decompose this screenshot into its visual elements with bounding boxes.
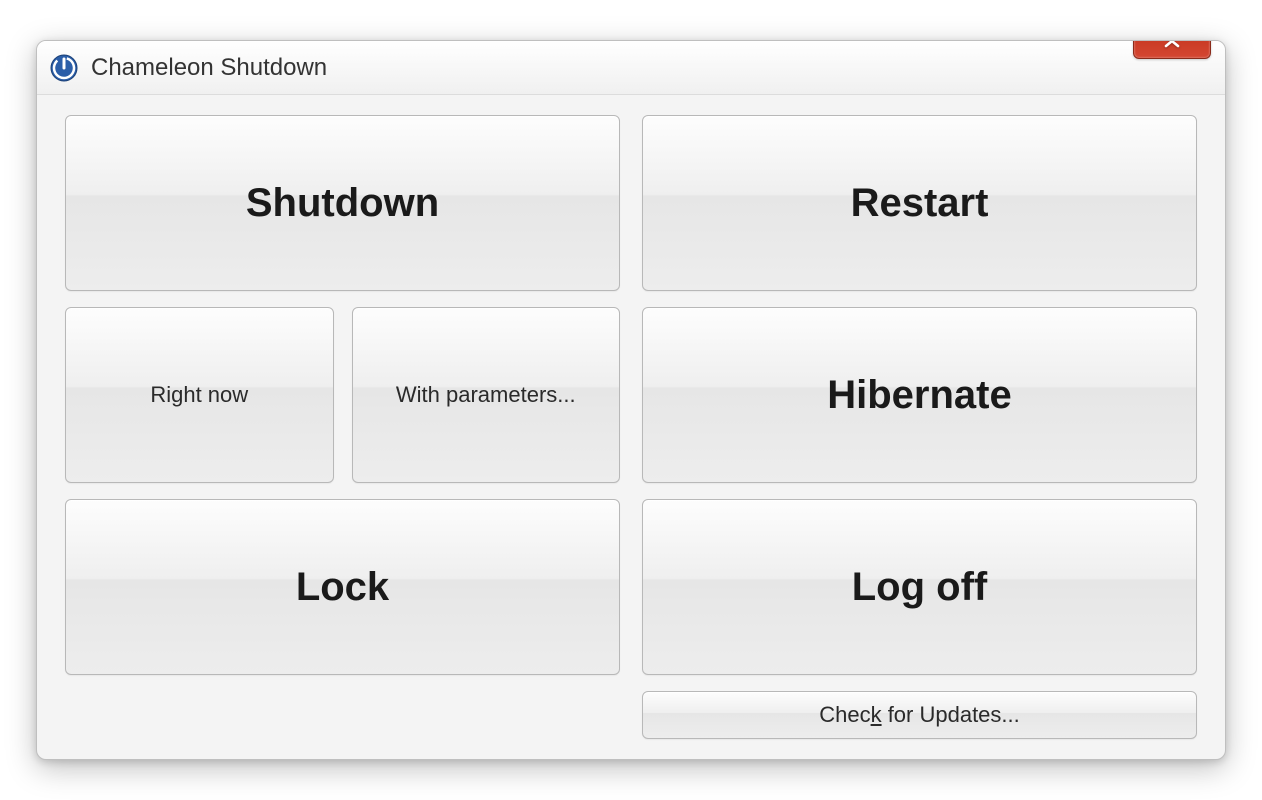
- check-updates-label: Check for Updates...: [819, 702, 1020, 728]
- check-updates-button[interactable]: Check for Updates...: [642, 691, 1197, 739]
- right-now-button[interactable]: Right now: [65, 307, 334, 483]
- shutdown-label: Shutdown: [246, 181, 439, 226]
- hibernate-button[interactable]: Hibernate: [642, 307, 1197, 483]
- lock-label: Lock: [296, 565, 389, 610]
- titlebar: Chameleon Shutdown: [37, 41, 1225, 95]
- shutdown-button[interactable]: Shutdown: [65, 115, 620, 291]
- with-parameters-button[interactable]: With parameters...: [352, 307, 621, 483]
- close-icon: [1163, 40, 1181, 48]
- with-parameters-label: With parameters...: [396, 382, 576, 408]
- app-window: Chameleon Shutdown Shutdown Restart Righ…: [36, 40, 1226, 760]
- window-title: Chameleon Shutdown: [91, 54, 1215, 82]
- log-off-button[interactable]: Log off: [642, 499, 1197, 675]
- lock-button[interactable]: Lock: [65, 499, 620, 675]
- power-icon: [49, 53, 79, 83]
- shutdown-options-row: Right now With parameters...: [65, 307, 620, 483]
- content-area: Shutdown Restart Right now With paramete…: [37, 95, 1225, 759]
- restart-button[interactable]: Restart: [642, 115, 1197, 291]
- restart-label: Restart: [851, 181, 989, 226]
- right-now-label: Right now: [150, 382, 248, 408]
- log-off-label: Log off: [852, 565, 988, 610]
- close-button[interactable]: [1133, 40, 1211, 59]
- hibernate-label: Hibernate: [827, 373, 1012, 418]
